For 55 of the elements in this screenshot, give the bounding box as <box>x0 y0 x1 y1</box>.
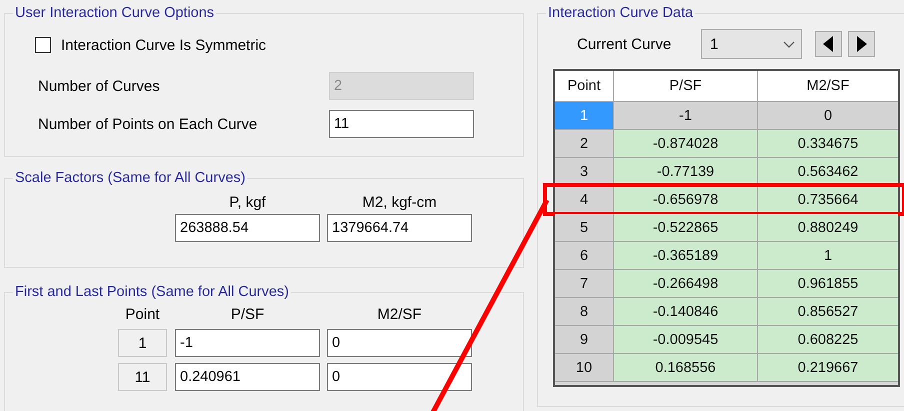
input-field[interactable]: 0 <box>327 329 472 357</box>
input-field[interactable]: 0.240961 <box>175 363 320 391</box>
table-cell[interactable]: -0.874028 <box>614 130 758 158</box>
column-header: Point <box>555 71 614 102</box>
next-button[interactable] <box>848 31 875 57</box>
table-cell[interactable]: 0.219667 <box>758 354 898 382</box>
right-triangle-icon <box>856 36 867 52</box>
group-title: User Interaction Curve Options <box>15 5 214 21</box>
table-cell[interactable]: 0.856527 <box>758 298 898 326</box>
column-label: M2, kgf-cm <box>361 194 438 211</box>
point-number: 11 <box>118 363 167 391</box>
column-header: M2/SF <box>758 71 898 102</box>
table-cell[interactable]: 0.168556 <box>614 354 758 382</box>
table-cell[interactable]: 0.334675 <box>758 130 898 158</box>
row-header[interactable]: 7 <box>555 270 614 298</box>
input-field[interactable]: 1379664.74 <box>327 214 472 242</box>
input-field[interactable]: 263888.54 <box>175 214 320 242</box>
table-cell[interactable]: 0.608225 <box>758 326 898 354</box>
table-cell[interactable]: -0.522865 <box>614 214 758 242</box>
row-header[interactable]: 5 <box>555 214 614 242</box>
input-field[interactable]: 0 <box>327 363 472 391</box>
row-header[interactable]: 8 <box>555 298 614 326</box>
table-cell[interactable]: -0.365189 <box>614 242 758 270</box>
checkbox[interactable] <box>35 37 51 53</box>
group-title: Interaction Curve Data <box>548 5 694 21</box>
field-label: Number of Curves <box>38 78 161 94</box>
row-header[interactable]: 10 <box>555 354 614 382</box>
row-header[interactable]: 9 <box>555 326 614 354</box>
group-title: First and Last Points (Same for All Curves) <box>15 284 289 300</box>
field-label: Number of Points on Each Curve <box>38 116 258 132</box>
curve-dropdown[interactable]: 1 <box>701 29 802 59</box>
input-field[interactable]: -1 <box>175 329 320 357</box>
table-cell[interactable]: 0.880249 <box>758 214 898 242</box>
group-title: Scale Factors (Same for All Curves) <box>15 170 246 186</box>
table-cell[interactable]: -0.266498 <box>614 270 758 298</box>
row-header[interactable]: 2 <box>555 130 614 158</box>
table-cell[interactable]: -1 <box>614 102 758 130</box>
column-label: Point <box>124 306 161 323</box>
left-triangle-icon <box>823 36 834 52</box>
column-label: P, kgf <box>228 194 267 211</box>
field-label: Current Curve <box>577 36 672 52</box>
previous-button[interactable] <box>815 31 842 57</box>
column-header: P/SF <box>614 71 758 102</box>
input-field[interactable]: 11 <box>329 110 474 138</box>
chevron-down-icon <box>783 40 795 48</box>
column-label: M2/SF <box>376 306 423 323</box>
table-cell[interactable]: 1 <box>758 242 898 270</box>
table-cell[interactable]: 0.961855 <box>758 270 898 298</box>
table-cell[interactable]: -0.140846 <box>614 298 758 326</box>
row-header[interactable]: 6 <box>555 242 614 270</box>
checkbox-label: Interaction Curve Is Symmetric <box>61 36 266 54</box>
column-label: P/SF <box>230 306 266 323</box>
point-number: 1 <box>118 329 167 357</box>
table-cell[interactable]: -0.009545 <box>614 326 758 354</box>
dropdown-value: 1 <box>710 36 718 52</box>
